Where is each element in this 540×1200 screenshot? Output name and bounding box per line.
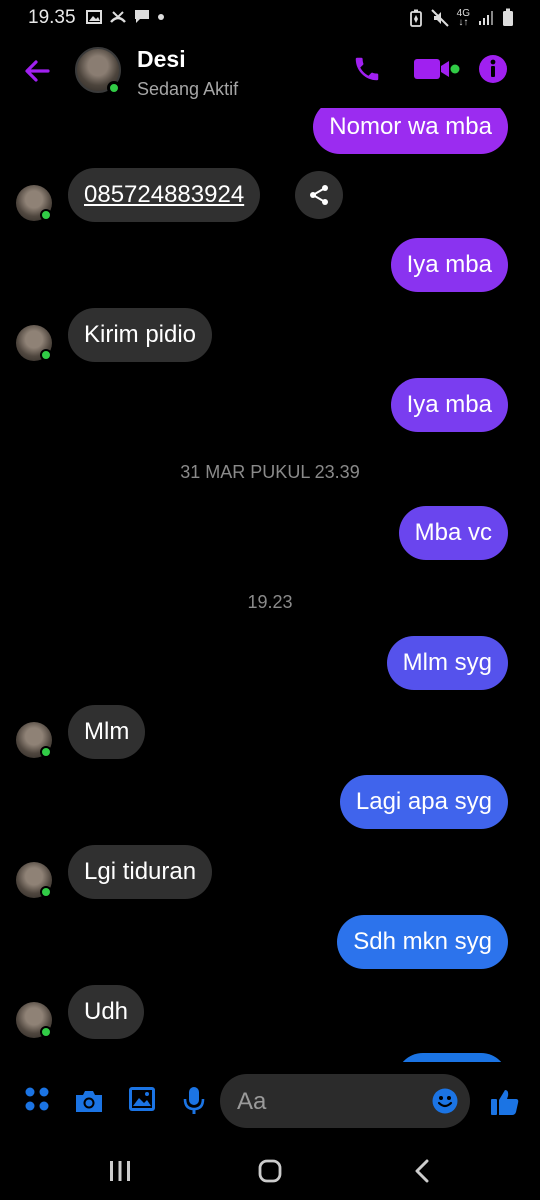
apps-icon[interactable]: [24, 1086, 50, 1112]
online-indicator: [40, 209, 52, 221]
thumbs-up-icon[interactable]: [490, 1088, 520, 1116]
message-notification-icon: [135, 10, 149, 23]
phone-icon[interactable]: [352, 54, 382, 84]
camera-icon[interactable]: [74, 1088, 104, 1114]
contact-name[interactable]: Desi: [137, 46, 186, 73]
nav-back-icon[interactable]: [412, 1159, 432, 1183]
message-bubble-incoming[interactable]: Udh: [68, 985, 145, 1039]
battery-icon: [503, 8, 513, 26]
message-bubble-outgoing-partial[interactable]: [396, 1053, 508, 1062]
online-indicator: [40, 349, 52, 361]
timestamp-separator: 31 MAR PUKUL 23.39: [180, 462, 360, 482]
missed-call-icon: [110, 10, 126, 23]
system-navigation-bar: [0, 1142, 540, 1200]
more-dot-icon: [158, 13, 164, 20]
message-input-placeholder: Aa: [237, 1088, 267, 1115]
home-icon[interactable]: [258, 1159, 282, 1183]
message-bubble-incoming[interactable]: Kirim pidio: [68, 308, 213, 362]
message-bubble-outgoing[interactable]: Iya mba: [390, 238, 508, 292]
online-indicator: [40, 746, 52, 758]
signal-icon: [479, 10, 493, 25]
message-list[interactable]: Nomor wa mba 085724883924 Iya mba Kirim …: [0, 108, 540, 1062]
back-arrow-icon[interactable]: [22, 56, 52, 86]
message-bubble-outgoing[interactable]: Sdh mkn syg: [337, 915, 508, 969]
status-time: 19.35: [28, 7, 76, 28]
message-bubble-outgoing[interactable]: Iya mba: [390, 378, 508, 432]
system-icons: 4G ↓↑: [409, 8, 514, 27]
status-bar: 19.35 4G ↓↑: [0, 0, 540, 34]
emoji-icon[interactable]: [432, 1088, 458, 1114]
video-icon[interactable]: [413, 56, 461, 82]
timestamp-separator: 19.23: [247, 592, 293, 612]
message-input[interactable]: Aa: [220, 1074, 470, 1128]
image-notification-icon: [86, 9, 102, 24]
network-label: 4G: [456, 7, 470, 19]
message-bubble-outgoing[interactable]: Lagi apa syg: [339, 775, 508, 829]
composer-bar: Aa: [0, 1062, 540, 1142]
info-icon[interactable]: [478, 54, 508, 84]
message-bubble-outgoing[interactable]: Nomor wa mba: [313, 108, 508, 154]
online-indicator: [40, 886, 52, 898]
message-bubble-outgoing[interactable]: Mlm syg: [386, 636, 508, 690]
message-bubble-outgoing[interactable]: Mba vc: [398, 506, 508, 560]
notification-icons: [86, 9, 165, 24]
online-indicator: [107, 81, 121, 95]
share-button[interactable]: [295, 171, 343, 219]
microphone-icon[interactable]: [183, 1086, 205, 1116]
share-icon: [310, 185, 328, 205]
battery-saver-icon: [409, 9, 422, 27]
contact-status: Sedang Aktif: [137, 79, 239, 99]
conversation-header: Desi Sedang Aktif: [0, 34, 540, 108]
gallery-icon[interactable]: [128, 1086, 156, 1112]
message-bubble-incoming[interactable]: Lgi tiduran: [68, 845, 213, 899]
recent-apps-icon[interactable]: [108, 1160, 132, 1182]
network-type: 4G ↓↑: [456, 7, 470, 28]
mute-icon: [430, 8, 449, 27]
message-bubble-incoming[interactable]: 085724883924: [68, 168, 261, 222]
message-bubble-incoming[interactable]: Mlm: [68, 705, 146, 759]
online-indicator: [40, 1026, 52, 1038]
